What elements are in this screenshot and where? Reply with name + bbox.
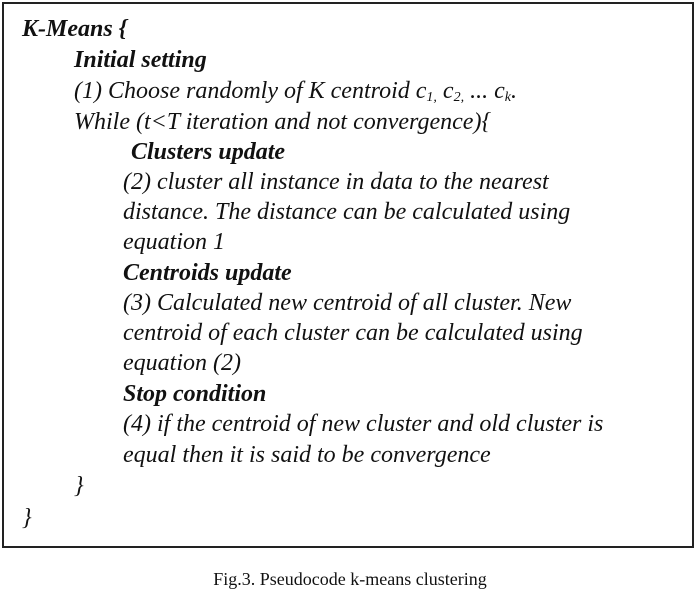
clusters-update-heading: Clusters update [131,139,286,165]
step-3-line-1: (3) Calculated new centroid of all clust… [123,290,572,316]
step-3-line-3: equation (2) [123,350,241,376]
step-1-mid-2: ... c [464,78,505,104]
step-3-line-2: centroid of each cluster can be calculat… [123,320,583,346]
step-1-line: (1) Choose randomly of K centroid c1, c2… [74,76,517,106]
step-1-subscript-1: 1, [426,90,437,105]
while-line: While (t<T iteration and not convergence… [74,109,492,135]
step-1-mid-1: c [436,78,454,104]
step-1-prefix: (1) Choose randomly of K centroid c [74,78,427,104]
close-kmeans-brace: } [22,505,32,531]
close-while-brace: } [74,473,84,499]
stop-condition-heading: Stop condition [123,381,267,407]
kmeans-header: K-Means { [22,16,128,42]
figure-caption: Fig.3. Pseudocode k-means clustering [213,569,487,589]
step-2-line-1: (2) cluster all instance in data to the … [123,169,549,195]
step-4-line-2: equal then it is said to be convergence [123,442,491,468]
step-2-line-3: equation 1 [123,229,225,255]
step-1-subscript-2: 2, [453,90,465,105]
step-4-line-1: (4) if the centroid of new cluster and o… [123,411,604,437]
initial-setting-heading: Initial setting [74,47,207,73]
step-2-line-2: distance. The distance can be calculated… [123,199,571,225]
centroids-update-heading: Centroids update [123,260,292,286]
step-1-end: . [510,78,517,104]
